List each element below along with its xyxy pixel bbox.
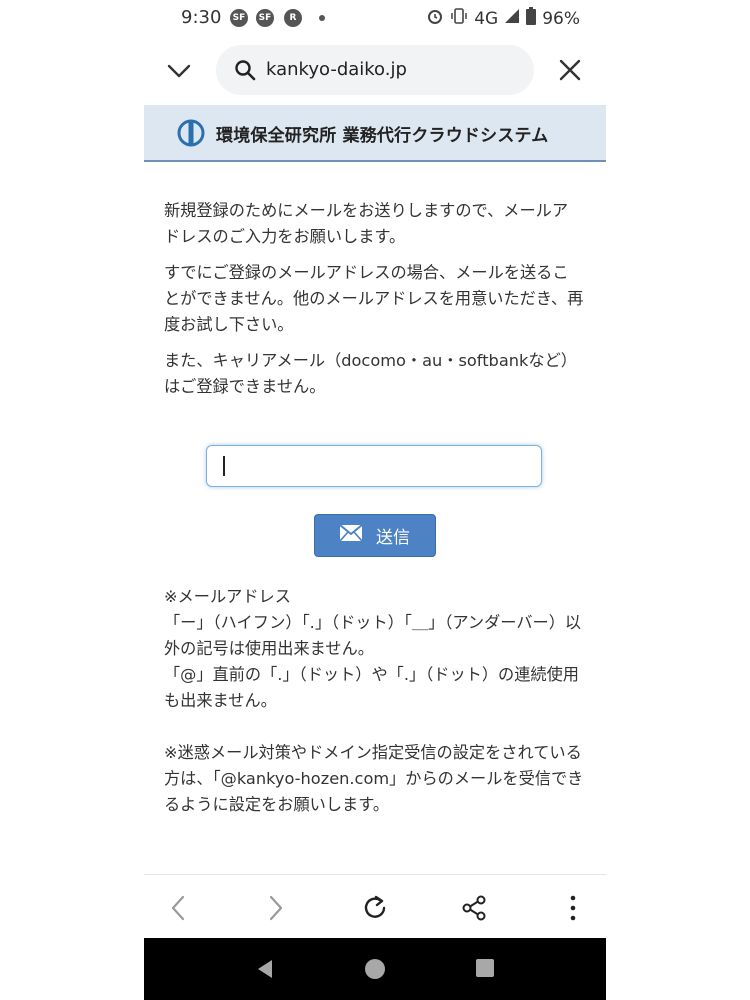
text-caret	[223, 456, 225, 476]
intro-paragraph-3: また、キャリアメール（docomo・au・softbankなど）はご登録できませ…	[164, 351, 577, 396]
nav-back-icon[interactable]	[254, 958, 276, 984]
browser-url-row: kankyo-daiko.jp	[144, 42, 606, 98]
status-time: 9:30	[181, 7, 222, 28]
note-spacer	[164, 714, 589, 740]
company-logo	[176, 118, 206, 152]
back-icon[interactable]	[164, 893, 194, 923]
status-right: 4G 96%	[426, 7, 580, 30]
reload-icon[interactable]	[360, 893, 390, 923]
more-notifications-dot	[319, 15, 325, 21]
site-header: 環境保全研究所 業務代行クラウドシステム	[144, 105, 606, 162]
email-input[interactable]	[206, 445, 542, 487]
note-email-heading: ※メールアドレス	[164, 587, 291, 606]
send-button[interactable]: 送信	[314, 514, 436, 557]
system-nav-bar	[144, 938, 606, 1000]
close-icon[interactable]	[556, 56, 584, 84]
notes: ※メールアドレス 「ー」（ハイフン）「.」（ドット）「＿」（アンダーバー）以外の…	[164, 584, 589, 818]
forward-icon[interactable]	[260, 893, 290, 923]
notification-sf-icon: SF	[230, 9, 248, 27]
browser-toolbar	[144, 874, 606, 939]
chevron-down-icon[interactable]	[164, 56, 194, 86]
site-title: 環境保全研究所 業務代行クラウドシステム	[216, 126, 549, 146]
share-icon[interactable]	[459, 893, 489, 923]
note-spam-filter: ※迷惑メール対策やドメイン指定受信の設定をされている方は、「@kankyo-ho…	[164, 743, 584, 814]
url-field[interactable]: kankyo-daiko.jp	[216, 45, 534, 95]
intro-paragraph-1: 新規登録のためにメールをお送りしますので、メールアドレスのご入力をお願いします。	[164, 201, 569, 246]
note-allowed-symbols: 「ー」（ハイフン）「.」（ドット）「＿」（アンダーバー）以外の記号は使用出来ませ…	[164, 613, 582, 658]
battery-icon	[526, 7, 537, 30]
notification-r-icon: R	[284, 9, 302, 27]
more-icon[interactable]	[558, 893, 588, 923]
alarm-icon	[426, 7, 444, 30]
network-type: 4G	[474, 8, 499, 29]
search-icon	[234, 59, 256, 85]
intro-text: 新規登録のためにメールをお送りしますので、メールアドレスのご入力をお願いします。…	[164, 198, 584, 410]
note-dot-rule: 「@」直前の「.」（ドット）や「.」（ドット）の連続使用も出来ません。	[164, 665, 579, 710]
vibrate-icon	[450, 7, 468, 30]
phone-screen: 9:30 SF SF R 4G 96% kankyo-daiko.jp 環境保全…	[144, 0, 606, 1000]
signal-icon	[504, 8, 520, 29]
mail-icon	[339, 524, 363, 546]
intro-paragraph-2: すでにご登録のメールアドレスの場合、メールを送ることができません。他のメールアド…	[164, 263, 584, 334]
battery-level: 96%	[542, 8, 580, 29]
url-text[interactable]: kankyo-daiko.jp	[266, 59, 407, 80]
nav-recents-icon[interactable]	[475, 958, 495, 982]
send-label: 送信	[376, 528, 410, 548]
status-bar: 9:30 SF SF R 4G 96%	[144, 0, 606, 36]
nav-home-icon[interactable]	[364, 958, 386, 984]
notification-sf-icon-2: SF	[256, 9, 274, 27]
